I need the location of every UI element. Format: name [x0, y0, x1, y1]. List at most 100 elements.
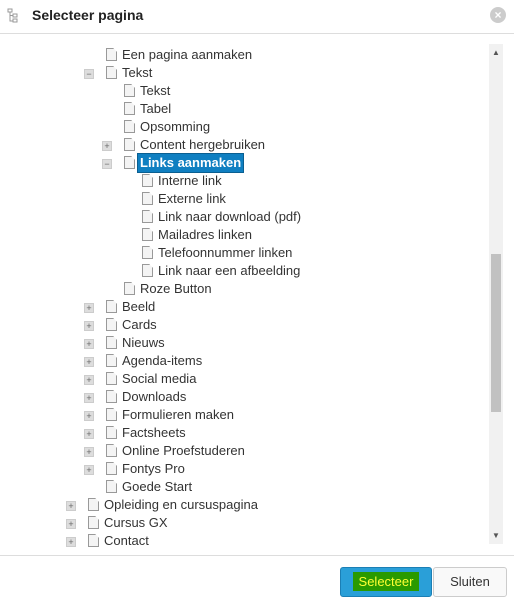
page-icon [88, 516, 99, 529]
tree-item-label[interactable]: Interne link [156, 172, 224, 190]
tree-item[interactable]: Interne link [0, 172, 488, 190]
tree-item[interactable]: Tekst [0, 82, 488, 100]
close-icon[interactable]: × [490, 7, 506, 23]
scroll-up-icon[interactable]: ▲ [492, 48, 500, 57]
tree-item[interactable]: + Agenda-items [0, 352, 488, 370]
dialog-header: Selecteer pagina × [0, 0, 514, 34]
tree-item-label[interactable]: Cursus GX [102, 514, 170, 532]
expand-icon[interactable]: + [84, 339, 94, 349]
expand-icon[interactable]: + [84, 429, 94, 439]
collapse-icon[interactable]: − [102, 159, 112, 169]
tree-item[interactable]: + Downloads [0, 388, 488, 406]
page-icon [106, 480, 117, 493]
tree-item[interactable]: + Cursus GX [0, 514, 488, 532]
page-icon [106, 426, 117, 439]
page-icon [106, 462, 117, 475]
expand-icon[interactable]: + [84, 357, 94, 367]
tree-item[interactable]: + Nieuws [0, 334, 488, 352]
tree-item[interactable]: + Beeld [0, 298, 488, 316]
tree-item-label[interactable]: Links aanmaken [136, 153, 245, 173]
tree-item-label[interactable]: Nieuws [120, 334, 167, 352]
select-button[interactable]: Selecteer [340, 567, 432, 597]
page-icon [124, 156, 135, 169]
tree-item-label[interactable]: Link naar download (pdf) [156, 208, 303, 226]
tree-item-label[interactable]: Beeld [120, 298, 157, 316]
tree-item-label[interactable]: Externe link [156, 190, 228, 208]
tree-item[interactable]: + Social media [0, 370, 488, 388]
tree-item-label[interactable]: Mailadres linken [156, 226, 254, 244]
scrollbar[interactable]: ▲ ▼ [489, 44, 503, 544]
tree-item[interactable]: Tabel [0, 100, 488, 118]
expand-icon[interactable]: + [84, 411, 94, 421]
tree-item[interactable]: Telefoonnummer linken [0, 244, 488, 262]
expand-icon[interactable]: + [66, 501, 76, 511]
tree-item-label[interactable]: Tekst [138, 82, 172, 100]
page-icon [124, 102, 135, 115]
tree-item[interactable]: + Cards [0, 316, 488, 334]
tree-item-label[interactable]: Social media [120, 370, 198, 388]
tree-item-label[interactable]: Een pagina aanmaken [120, 46, 254, 64]
tree-item[interactable]: Externe link [0, 190, 488, 208]
expand-icon[interactable]: + [84, 375, 94, 385]
tree-item-label[interactable]: Fontys Pro [120, 460, 187, 478]
tree-item-label[interactable]: Factsheets [120, 424, 188, 442]
close-button[interactable]: Sluiten [433, 567, 507, 597]
tree-item-label[interactable]: Tekst [120, 64, 154, 82]
tree-item[interactable]: Een pagina aanmaken [0, 46, 488, 64]
page-icon [142, 174, 153, 187]
tree-item-label[interactable]: Online Proefstuderen [120, 442, 247, 460]
tree-item[interactable]: + Online Proefstuderen [0, 442, 488, 460]
tree-item-label[interactable]: Roze Button [138, 280, 214, 298]
page-icon [142, 264, 153, 277]
expand-icon[interactable]: + [84, 393, 94, 403]
tree-item[interactable]: Link naar download (pdf) [0, 208, 488, 226]
tree-item[interactable]: + Formulieren maken [0, 406, 488, 424]
tree-item-label[interactable]: Goede Start [120, 478, 194, 496]
tree-item[interactable]: + Factsheets [0, 424, 488, 442]
tree-item-label[interactable]: Cards [120, 316, 159, 334]
expand-icon[interactable]: + [66, 519, 76, 529]
tree-item[interactable]: + Contact [0, 532, 488, 548]
scroll-down-icon[interactable]: ▼ [492, 531, 500, 540]
expand-icon[interactable]: + [84, 321, 94, 331]
page-icon [106, 318, 117, 331]
tree-item-label[interactable]: Opsomming [138, 118, 212, 136]
sitemap-icon [7, 8, 18, 23]
page-icon [124, 138, 135, 151]
tree-item-label[interactable]: Link naar een afbeelding [156, 262, 302, 280]
tree-item[interactable]: − Tekst [0, 64, 488, 82]
page-icon [124, 120, 135, 133]
tree-item[interactable]: Mailadres linken [0, 226, 488, 244]
expand-icon[interactable]: + [84, 303, 94, 313]
expand-icon[interactable]: + [102, 141, 112, 151]
tree-item-label[interactable]: Agenda-items [120, 352, 204, 370]
page-icon [106, 300, 117, 313]
page-icon [142, 246, 153, 259]
tree-item-label[interactable]: Downloads [120, 388, 188, 406]
collapse-icon[interactable]: − [84, 69, 94, 79]
tree-item-label[interactable]: Contact [102, 532, 151, 548]
tree-item-label[interactable]: Tabel [138, 100, 173, 118]
expand-icon[interactable]: + [84, 465, 94, 475]
page-icon [106, 354, 117, 367]
tree-item-label[interactable]: Content hergebruiken [138, 136, 267, 154]
tree-item[interactable]: Link naar een afbeelding [0, 262, 488, 280]
tree-item[interactable]: Goede Start [0, 478, 488, 496]
scrollbar-thumb[interactable] [491, 254, 501, 412]
page-icon [106, 66, 117, 79]
tree-item[interactable]: Roze Button [0, 280, 488, 298]
expand-icon[interactable]: + [66, 537, 76, 547]
tree-item[interactable]: + Content hergebruiken [0, 136, 488, 154]
tree-item[interactable]: Opsomming [0, 118, 488, 136]
expand-icon[interactable]: + [84, 447, 94, 457]
tree-item-label[interactable]: Telefoonnummer linken [156, 244, 294, 262]
page-icon [124, 282, 135, 295]
dialog-title: Selecteer pagina [32, 7, 144, 23]
tree-item-label[interactable]: Formulieren maken [120, 406, 236, 424]
tree-item-label[interactable]: Opleiding en cursuspagina [102, 496, 260, 514]
page-tree: Een pagina aanmaken − Tekst Tekst Tabel Opsom… [0, 44, 488, 548]
tree-item[interactable]: + Opleiding en cursuspagina [0, 496, 488, 514]
dialog-footer: Selecteer Sluiten [0, 555, 514, 603]
tree-item[interactable]: + Fontys Pro [0, 460, 488, 478]
tree-item[interactable]: − Links aanmaken [0, 153, 488, 173]
